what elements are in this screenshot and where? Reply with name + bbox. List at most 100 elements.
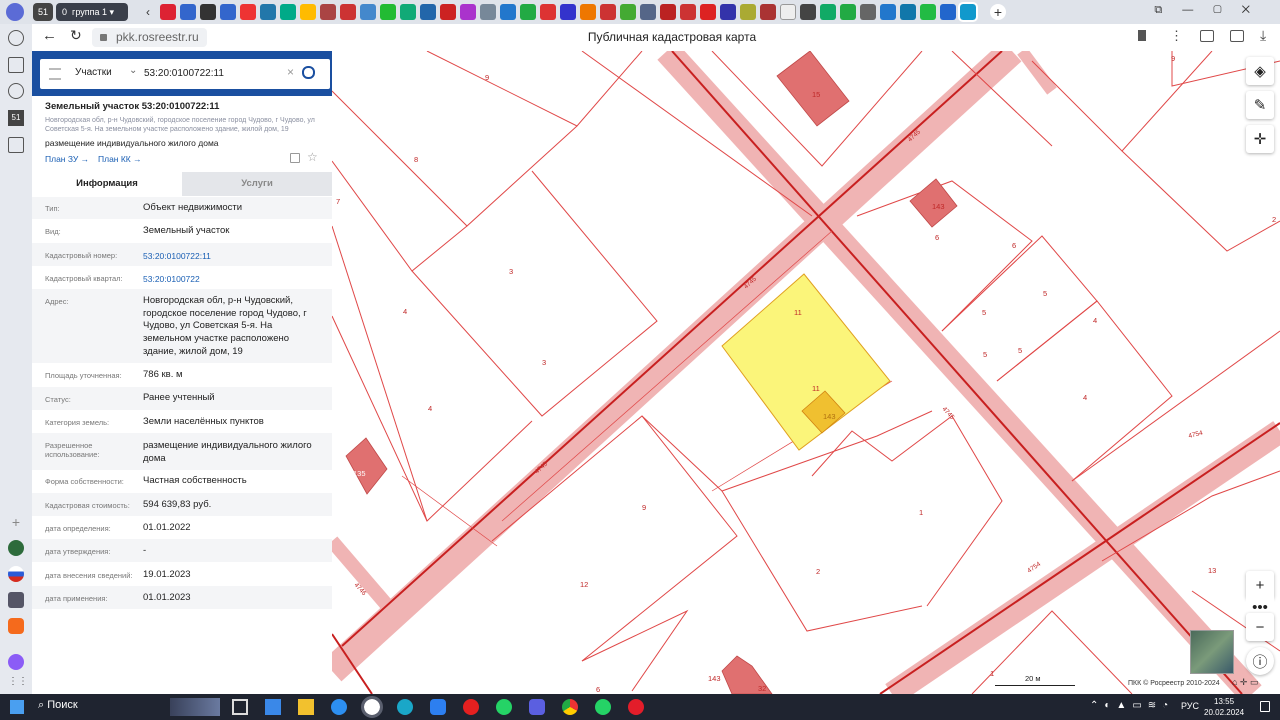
menu-icon[interactable] — [49, 68, 61, 80]
tab-favicon[interactable] — [220, 4, 236, 20]
cadastral-quarter-link[interactable]: 53:20:0100722 — [143, 273, 323, 286]
plan-kk-link[interactable]: План КК → — [98, 154, 142, 164]
ruler-button[interactable]: ✎ — [1246, 91, 1274, 119]
media-icon[interactable] — [8, 83, 24, 99]
edge-icon[interactable] — [397, 699, 413, 715]
map-canvas[interactable]: 9 8 7 3 4 3 4 9 12 6 143 11 11 143 15 14… — [332, 51, 1280, 694]
tab-favicon[interactable] — [880, 4, 896, 20]
tab-favicon[interactable] — [480, 4, 496, 20]
more-icon[interactable]: ⋮ — [1170, 28, 1183, 44]
folder-icon[interactable] — [298, 699, 314, 715]
info-button[interactable]: ⓘ — [1246, 647, 1274, 675]
tab-favicon[interactable] — [860, 4, 876, 20]
browser-menu-icon[interactable] — [6, 3, 24, 21]
clock[interactable]: 13:55 20.02.2024 — [1204, 696, 1244, 718]
tab-favicon[interactable] — [340, 4, 356, 20]
tab-favicon[interactable] — [840, 4, 856, 20]
url-field[interactable]: pkk.rosreestr.ru — [92, 28, 207, 47]
start-icon[interactable] — [10, 700, 24, 714]
tab-favicon[interactable] — [940, 4, 956, 20]
tab-favicon[interactable] — [900, 4, 916, 20]
chevron-down-icon[interactable]: ⌄ — [129, 65, 137, 76]
tab-favicon[interactable] — [580, 4, 596, 20]
tab-info[interactable]: Информация — [32, 172, 182, 196]
notes-icon[interactable] — [8, 57, 24, 73]
screenshot-icon[interactable] — [1200, 30, 1214, 42]
tab-favicon[interactable] — [640, 4, 656, 20]
reload-icon[interactable]: ↻ — [70, 27, 82, 44]
back-tabs-icon[interactable]: ‹ — [140, 4, 156, 20]
plan-zu-link[interactable]: План ЗУ → — [45, 154, 89, 164]
app-icon[interactable] — [8, 618, 24, 634]
tab-favicon[interactable] — [720, 4, 736, 20]
app-icon[interactable] — [331, 699, 347, 715]
tab-favicon[interactable] — [920, 4, 936, 20]
download-icon[interactable]: ⤓ — [1260, 27, 1266, 44]
category-select[interactable]: Участки — [75, 67, 112, 78]
extension-icon[interactable] — [1230, 30, 1244, 42]
zoom-icon[interactable] — [430, 699, 446, 715]
chrome-icon[interactable] — [562, 699, 578, 715]
tab-favicon[interactable] — [680, 4, 696, 20]
tab-favicon[interactable] — [660, 4, 676, 20]
cadastral-number-link[interactable]: 53:20:0100722:11 — [143, 250, 323, 263]
add-panel-icon[interactable]: + — [8, 514, 24, 530]
tab-favicon[interactable] — [260, 4, 276, 20]
tab-favicon[interactable] — [240, 4, 256, 20]
tab-favicon[interactable] — [520, 4, 536, 20]
calendar-icon[interactable]: 51 — [8, 110, 24, 126]
taskbar-search[interactable]: ⌕ Поиск — [38, 699, 78, 712]
tab-favicon[interactable] — [320, 4, 336, 20]
history-icon[interactable] — [8, 30, 24, 46]
tab-counter[interactable]: 51 — [33, 3, 53, 21]
search-icon[interactable] — [302, 66, 315, 79]
tab-favicon[interactable] — [540, 4, 556, 20]
tab-favicon[interactable] — [180, 4, 196, 20]
zoom-out-button[interactable]: − — [1246, 613, 1274, 641]
alice-icon[interactable] — [8, 654, 24, 670]
tab-favicon[interactable] — [460, 4, 476, 20]
tab-services[interactable]: Услуги — [182, 172, 332, 196]
store-icon[interactable] — [265, 699, 281, 715]
yandex-browser-icon[interactable] — [361, 696, 383, 718]
cadastral-map[interactable]: 9 8 7 3 4 3 4 9 12 6 143 11 11 143 15 14… — [332, 51, 1280, 694]
back-icon[interactable]: ← — [42, 27, 57, 44]
task-view-icon[interactable] — [232, 699, 248, 715]
tab-favicon[interactable] — [420, 4, 436, 20]
tab-favicon[interactable] — [280, 4, 296, 20]
tab-favicon[interactable] — [600, 4, 616, 20]
report-icon[interactable] — [290, 153, 300, 163]
search-input[interactable] — [144, 65, 274, 81]
app-icon[interactable] — [8, 592, 24, 608]
new-tab-icon[interactable]: + — [990, 4, 1006, 20]
opera-icon[interactable] — [628, 699, 644, 715]
app-icon[interactable] — [8, 566, 24, 582]
bookmark-icon[interactable] — [1138, 30, 1146, 41]
tab-favicon[interactable] — [740, 4, 756, 20]
tab-favicon[interactable] — [958, 2, 978, 22]
tab-favicon[interactable] — [780, 4, 796, 20]
app-icon[interactable] — [529, 699, 545, 715]
whatsapp-icon[interactable] — [496, 699, 512, 715]
tab-favicon[interactable] — [440, 4, 456, 20]
apps-grid-icon[interactable]: ⋮⋮ — [8, 674, 28, 690]
tab-favicon[interactable] — [620, 4, 636, 20]
tab-favicon[interactable] — [380, 4, 396, 20]
tab-favicon[interactable] — [300, 4, 316, 20]
notification-icon[interactable] — [1260, 701, 1270, 712]
language-indicator[interactable]: РУС — [1181, 701, 1199, 711]
tab-group[interactable]: 0 группа 1 ▾ — [56, 3, 128, 21]
tab-favicon[interactable] — [820, 4, 836, 20]
tab-favicon[interactable] — [800, 4, 816, 20]
building[interactable] — [776, 51, 850, 127]
tab-favicon[interactable] — [160, 4, 176, 20]
clear-icon[interactable]: × — [287, 65, 294, 79]
layers-button[interactable]: ◈ — [1246, 57, 1274, 85]
devices-icon[interactable] — [8, 137, 24, 153]
tab-favicon[interactable] — [760, 4, 776, 20]
tray-icons[interactable]: ⌃◐▲▭≋◔ — [1090, 700, 1174, 711]
star-icon[interactable]: ☆ — [307, 150, 318, 164]
app-icon[interactable] — [8, 540, 24, 556]
tab-favicon[interactable] — [560, 4, 576, 20]
tab-favicon[interactable] — [400, 4, 416, 20]
